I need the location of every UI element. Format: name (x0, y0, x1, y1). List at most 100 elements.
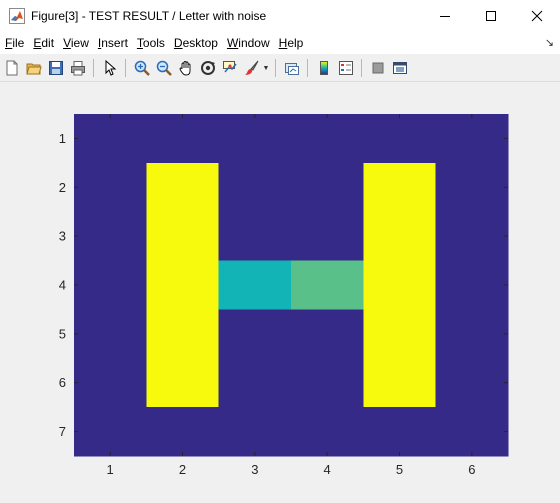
heatmap-cell (218, 358, 292, 408)
edit-plot-button[interactable] (100, 58, 120, 78)
heatmap-axes[interactable]: 1 2 3 4 5 6 1 2 3 4 5 6 7 (0, 82, 560, 503)
heatmap-cell (435, 114, 509, 164)
toolbar-separator (275, 59, 276, 77)
minimize-button[interactable] (422, 0, 468, 32)
dock-arrow-icon[interactable]: ↘ (545, 36, 554, 49)
figure-canvas[interactable]: 1 2 3 4 5 6 1 2 3 4 5 6 7 (0, 82, 560, 503)
show-plot-tools-button[interactable] (390, 58, 410, 78)
save-button[interactable] (46, 58, 66, 78)
brush-icon (245, 60, 259, 75)
close-button[interactable] (514, 0, 560, 32)
heatmap-cell (146, 211, 220, 262)
heatmap-cell (435, 162, 509, 213)
zoom-out-icon (156, 60, 172, 76)
insert-legend-button[interactable] (336, 58, 356, 78)
heatmap-cell (218, 114, 292, 164)
open-file-button[interactable] (24, 58, 44, 78)
x-tick-label: 4 (324, 462, 331, 477)
menu-desktop[interactable]: Desktop (169, 36, 222, 50)
y-tick-label: 4 (59, 278, 66, 293)
heatmap-cell (74, 260, 147, 310)
heatmap-cell (146, 162, 220, 213)
link-plot-button[interactable] (282, 58, 302, 78)
heatmap-cell (74, 358, 147, 408)
heatmap-cell (291, 114, 364, 164)
maximize-button[interactable] (468, 0, 514, 32)
maximize-icon (486, 11, 496, 21)
x-tick-label: 1 (107, 462, 114, 477)
brush-dropdown-arrow-icon[interactable]: ▼ (262, 58, 270, 78)
edit-plot-icon (105, 60, 117, 76)
menu-tools[interactable]: Tools (132, 36, 169, 50)
title-bar: Figure[3] - TEST RESULT / Letter with no… (0, 0, 560, 32)
new-figure-button[interactable] (2, 58, 22, 78)
menu-edit[interactable]: Edit (28, 36, 58, 50)
data-cursor-button[interactable] (220, 58, 240, 78)
save-icon (49, 61, 63, 75)
insert-legend-icon (339, 61, 353, 75)
link-plot-icon (285, 63, 299, 75)
heatmap-cell (363, 260, 437, 310)
heatmap-cell (291, 309, 364, 359)
heatmap-cell (74, 407, 147, 457)
heatmap-cell (146, 260, 220, 310)
zoom-out-button[interactable] (154, 58, 174, 78)
heatmap-cell (435, 358, 509, 408)
heatmap-cell (291, 162, 364, 213)
heatmap-cell (218, 309, 292, 359)
heatmap-cell (435, 309, 509, 359)
toolbar-separator (93, 59, 94, 77)
hide-plot-tools-button[interactable] (368, 58, 388, 78)
heatmap-cell (291, 358, 364, 408)
heatmap-cell (435, 211, 509, 262)
menu-window[interactable]: Window (222, 36, 274, 50)
window-title: Figure[3] - TEST RESULT / Letter with no… (31, 9, 267, 23)
close-icon (531, 10, 543, 22)
x-tick-label: 3 (251, 462, 258, 477)
pan-icon (179, 61, 191, 76)
zoom-in-icon (134, 60, 150, 76)
heatmap-cell (291, 260, 364, 310)
print-icon (71, 61, 85, 76)
insert-colorbar-button[interactable] (314, 58, 334, 78)
open-file-icon (26, 63, 42, 75)
heatmap-cell (363, 114, 437, 164)
heatmap-cell (74, 114, 147, 164)
rotate-3d-button[interactable] (198, 58, 218, 78)
y-tick-label: 1 (59, 131, 66, 146)
menu-view[interactable]: View (58, 36, 93, 50)
zoom-in-button[interactable] (132, 58, 152, 78)
hide-plot-tools-icon (372, 62, 384, 74)
heatmap-cell (363, 162, 437, 213)
x-tick-label: 2 (179, 462, 186, 477)
y-tick-label: 7 (59, 424, 66, 439)
heatmap-cell (74, 162, 147, 213)
heatmap-cell (146, 407, 220, 457)
heatmap-cell (218, 260, 292, 310)
pan-button[interactable] (176, 58, 196, 78)
heatmap-cell (291, 211, 364, 262)
menu-file[interactable]: File (0, 36, 28, 50)
matlab-icon (9, 8, 25, 24)
print-button[interactable] (68, 58, 88, 78)
brush-button[interactable] (242, 58, 262, 78)
rotate-3d-icon (201, 61, 215, 75)
menu-bar: File Edit View Insert Tools Desktop Wind… (0, 32, 560, 54)
toolbar-separator (361, 59, 362, 77)
heatmap-cell (74, 211, 147, 262)
x-tick-label: 6 (468, 462, 475, 477)
minimize-icon (440, 16, 450, 17)
heatmap-cell (74, 309, 147, 359)
heatmap-cell (435, 260, 509, 310)
heatmap-cell (435, 407, 509, 457)
toolbar-separator (125, 59, 126, 77)
figure-toolbar: ▼ (0, 55, 560, 82)
show-plot-tools-icon (393, 62, 407, 74)
data-cursor-icon (223, 61, 237, 73)
menu-insert[interactable]: Insert (93, 36, 132, 50)
heatmap-cell (363, 211, 437, 262)
menu-help[interactable]: Help (274, 36, 308, 50)
heatmap-cell (218, 211, 292, 262)
heatmap-cell (363, 407, 437, 457)
heatmap-cell (363, 358, 437, 408)
